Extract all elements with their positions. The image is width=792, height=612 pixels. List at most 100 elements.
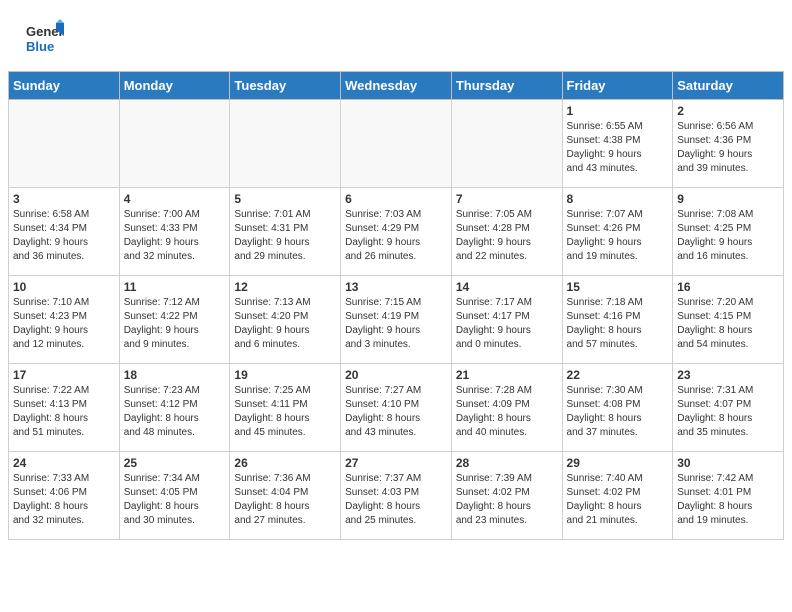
day-number: 6	[345, 192, 447, 206]
dow-header: Sunday	[9, 72, 120, 100]
calendar-day: 11 Sunrise: 7:12 AM Sunset: 4:22 PM Dayli…	[119, 276, 230, 364]
day-info: Sunrise: 7:08 AM Sunset: 4:25 PM Dayligh…	[677, 208, 779, 264]
day-info: Sunrise: 7:15 AM Sunset: 4:19 PM Dayligh…	[345, 296, 447, 352]
day-info: Sunrise: 7:23 AM Sunset: 4:12 PM Dayligh…	[124, 384, 226, 440]
calendar-week-row: 3Sunrise: 6:58 AM Sunset: 4:34 PM Daylig…	[9, 188, 784, 276]
calendar-week-row: 1 Sunrise: 6:55 AM Sunset: 4:38 PM Daylig…	[9, 100, 784, 188]
calendar-day	[9, 100, 120, 188]
day-number: 20	[345, 368, 447, 382]
calendar-day: 20 Sunrise: 7:27 AM Sunset: 4:10 PM Dayli…	[341, 364, 452, 452]
day-info: Sunrise: 7:33 AM Sunset: 4:06 PM Dayligh…	[13, 472, 115, 528]
day-number: 4	[124, 192, 226, 206]
day-info: Sunrise: 7:40 AM Sunset: 4:02 PM Dayligh…	[567, 472, 669, 528]
calendar-day: 26 Sunrise: 7:36 AM Sunset: 4:04 PM Dayli…	[230, 452, 341, 540]
calendar-day: 10Sunrise: 7:10 AM Sunset: 4:23 PM Dayli…	[9, 276, 120, 364]
day-info: Sunrise: 6:56 AM Sunset: 4:36 PM Dayligh…	[677, 120, 779, 176]
calendar-day: 22Sunrise: 7:30 AM Sunset: 4:08 PM Dayli…	[562, 364, 673, 452]
day-number: 16	[677, 280, 779, 294]
calendar-day: 24 Sunrise: 7:33 AM Sunset: 4:06 PM Dayli…	[9, 452, 120, 540]
day-info: Sunrise: 7:42 AM Sunset: 4:01 PM Dayligh…	[677, 472, 779, 528]
calendar-day: 14 Sunrise: 7:17 AM Sunset: 4:17 PM Dayli…	[451, 276, 562, 364]
day-info: Sunrise: 7:10 AM Sunset: 4:23 PM Dayligh…	[13, 296, 115, 352]
calendar-day: 2Sunrise: 6:56 AM Sunset: 4:36 PM Daylig…	[673, 100, 784, 188]
day-number: 30	[677, 456, 779, 470]
calendar-day: 27 Sunrise: 7:37 AM Sunset: 4:03 PM Dayli…	[341, 452, 452, 540]
calendar-day: 21 Sunrise: 7:28 AM Sunset: 4:09 PM Dayli…	[451, 364, 562, 452]
day-number: 11	[124, 280, 226, 294]
calendar-day: 12 Sunrise: 7:13 AM Sunset: 4:20 PM Dayli…	[230, 276, 341, 364]
day-number: 27	[345, 456, 447, 470]
day-number: 28	[456, 456, 558, 470]
calendar-day: 16 Sunrise: 7:20 AM Sunset: 4:15 PM Dayli…	[673, 276, 784, 364]
calendar-day: 30 Sunrise: 7:42 AM Sunset: 4:01 PM Dayli…	[673, 452, 784, 540]
day-number: 24	[13, 456, 115, 470]
calendar-day: 9 Sunrise: 7:08 AM Sunset: 4:25 PM Daylig…	[673, 188, 784, 276]
dow-header: Saturday	[673, 72, 784, 100]
calendar-day: 4Sunrise: 7:00 AM Sunset: 4:33 PM Daylig…	[119, 188, 230, 276]
calendar-week-row: 10Sunrise: 7:10 AM Sunset: 4:23 PM Dayli…	[9, 276, 784, 364]
calendar-day: 18 Sunrise: 7:23 AM Sunset: 4:12 PM Dayli…	[119, 364, 230, 452]
day-number: 12	[234, 280, 336, 294]
day-number: 19	[234, 368, 336, 382]
calendar-body: 1 Sunrise: 6:55 AM Sunset: 4:38 PM Daylig…	[9, 100, 784, 540]
day-info: Sunrise: 7:05 AM Sunset: 4:28 PM Dayligh…	[456, 208, 558, 264]
day-number: 26	[234, 456, 336, 470]
calendar-day: 7 Sunrise: 7:05 AM Sunset: 4:28 PM Daylig…	[451, 188, 562, 276]
days-of-week-row: SundayMondayTuesdayWednesdayThursdayFrid…	[9, 72, 784, 100]
day-number: 15	[567, 280, 669, 294]
dow-header: Wednesday	[341, 72, 452, 100]
day-number: 21	[456, 368, 558, 382]
day-info: Sunrise: 7:28 AM Sunset: 4:09 PM Dayligh…	[456, 384, 558, 440]
day-number: 25	[124, 456, 226, 470]
dow-header: Tuesday	[230, 72, 341, 100]
day-number: 9	[677, 192, 779, 206]
day-info: Sunrise: 7:36 AM Sunset: 4:04 PM Dayligh…	[234, 472, 336, 528]
day-info: Sunrise: 7:13 AM Sunset: 4:20 PM Dayligh…	[234, 296, 336, 352]
day-info: Sunrise: 7:07 AM Sunset: 4:26 PM Dayligh…	[567, 208, 669, 264]
day-info: Sunrise: 7:01 AM Sunset: 4:31 PM Dayligh…	[234, 208, 336, 264]
calendar-container: SundayMondayTuesdayWednesdayThursdayFrid…	[0, 71, 792, 548]
calendar-week-row: 17 Sunrise: 7:22 AM Sunset: 4:13 PM Dayli…	[9, 364, 784, 452]
calendar-day: 8 Sunrise: 7:07 AM Sunset: 4:26 PM Daylig…	[562, 188, 673, 276]
day-info: Sunrise: 7:22 AM Sunset: 4:13 PM Dayligh…	[13, 384, 115, 440]
day-info: Sunrise: 7:25 AM Sunset: 4:11 PM Dayligh…	[234, 384, 336, 440]
calendar-table: SundayMondayTuesdayWednesdayThursdayFrid…	[8, 71, 784, 540]
day-number: 22	[567, 368, 669, 382]
calendar-day: 17 Sunrise: 7:22 AM Sunset: 4:13 PM Dayli…	[9, 364, 120, 452]
day-info: Sunrise: 7:31 AM Sunset: 4:07 PM Dayligh…	[677, 384, 779, 440]
day-number: 7	[456, 192, 558, 206]
day-number: 5	[234, 192, 336, 206]
calendar-day: 3Sunrise: 6:58 AM Sunset: 4:34 PM Daylig…	[9, 188, 120, 276]
day-info: Sunrise: 7:03 AM Sunset: 4:29 PM Dayligh…	[345, 208, 447, 264]
day-number: 13	[345, 280, 447, 294]
logo: General Blue	[24, 18, 64, 63]
page-header: General Blue	[0, 0, 792, 71]
calendar-day	[451, 100, 562, 188]
day-info: Sunrise: 7:12 AM Sunset: 4:22 PM Dayligh…	[124, 296, 226, 352]
calendar-day	[230, 100, 341, 188]
calendar-week-row: 24 Sunrise: 7:33 AM Sunset: 4:06 PM Dayli…	[9, 452, 784, 540]
day-info: Sunrise: 7:37 AM Sunset: 4:03 PM Dayligh…	[345, 472, 447, 528]
day-number: 8	[567, 192, 669, 206]
calendar-day	[341, 100, 452, 188]
day-number: 18	[124, 368, 226, 382]
day-number: 14	[456, 280, 558, 294]
day-info: Sunrise: 7:20 AM Sunset: 4:15 PM Dayligh…	[677, 296, 779, 352]
calendar-day: 13 Sunrise: 7:15 AM Sunset: 4:19 PM Dayli…	[341, 276, 452, 364]
calendar-day: 6 Sunrise: 7:03 AM Sunset: 4:29 PM Daylig…	[341, 188, 452, 276]
day-info: Sunrise: 7:39 AM Sunset: 4:02 PM Dayligh…	[456, 472, 558, 528]
calendar-day: 29Sunrise: 7:40 AM Sunset: 4:02 PM Dayli…	[562, 452, 673, 540]
day-info: Sunrise: 6:55 AM Sunset: 4:38 PM Dayligh…	[567, 120, 669, 176]
day-number: 17	[13, 368, 115, 382]
calendar-day: 28 Sunrise: 7:39 AM Sunset: 4:02 PM Dayli…	[451, 452, 562, 540]
svg-text:Blue: Blue	[26, 39, 54, 54]
calendar-day: 5 Sunrise: 7:01 AM Sunset: 4:31 PM Daylig…	[230, 188, 341, 276]
day-info: Sunrise: 7:17 AM Sunset: 4:17 PM Dayligh…	[456, 296, 558, 352]
day-info: Sunrise: 7:34 AM Sunset: 4:05 PM Dayligh…	[124, 472, 226, 528]
day-number: 23	[677, 368, 779, 382]
day-info: Sunrise: 7:27 AM Sunset: 4:10 PM Dayligh…	[345, 384, 447, 440]
day-number: 1	[567, 104, 669, 118]
calendar-day: 23 Sunrise: 7:31 AM Sunset: 4:07 PM Dayli…	[673, 364, 784, 452]
dow-header: Thursday	[451, 72, 562, 100]
calendar-day: 1 Sunrise: 6:55 AM Sunset: 4:38 PM Daylig…	[562, 100, 673, 188]
